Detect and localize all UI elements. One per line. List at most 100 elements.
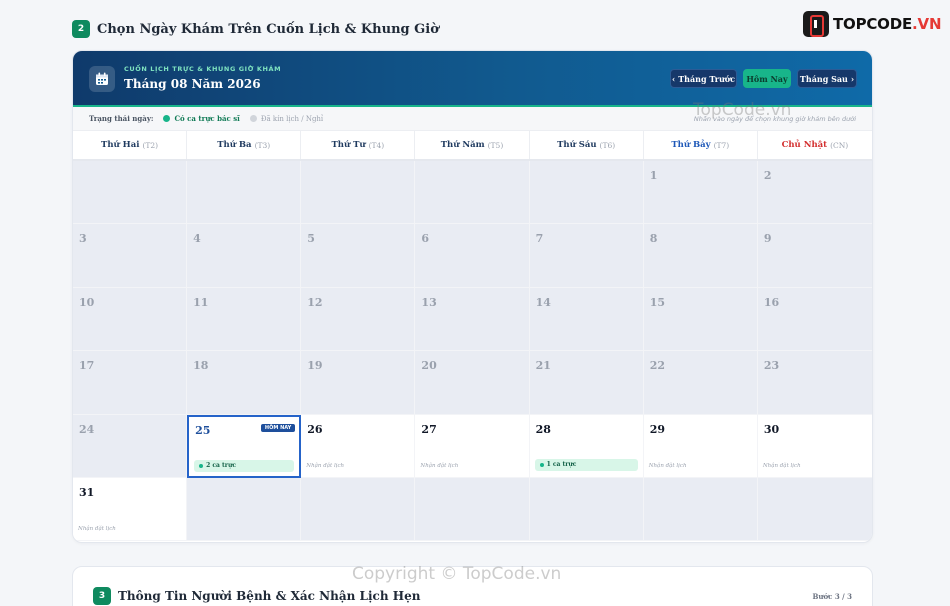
day-number: 21: [535, 359, 551, 373]
day-number: 3: [79, 232, 87, 246]
calendar-card: CUỐN LỊCH TRỰC & KHUNG GIỜ KHÁM Tháng 08…: [72, 50, 873, 543]
logo-text: TOPCODE.VN: [833, 15, 942, 33]
calendar-day-31[interactable]: 31 Nhận đặt lịch: [73, 477, 188, 542]
calendar-empty-cell: [529, 161, 644, 225]
day-number: 27: [421, 422, 437, 436]
legend-unavailable: Đã kín lịch / Nghỉ: [249, 115, 323, 123]
calendar-day-8: 8: [643, 224, 758, 288]
day-number: 28: [535, 422, 551, 436]
day-number: 10: [79, 295, 95, 309]
calendar-day-28[interactable]: 28 1 ca trực: [529, 414, 644, 478]
calendar-day-23: 23: [757, 351, 872, 415]
weekday-header: Thứ Năm (T5): [415, 131, 530, 159]
day-number: 15: [649, 295, 666, 309]
day-number: 7: [535, 232, 544, 246]
calendar-day-27[interactable]: 27 Nhận đặt lịch: [415, 414, 530, 478]
day-number: 23: [763, 359, 780, 373]
day-number: 16: [763, 295, 780, 309]
topcode-logo[interactable]: TOPCODE.VN: [803, 11, 942, 37]
day-number: 26: [307, 422, 323, 436]
calendar-day-22: 22: [643, 351, 758, 415]
step-number-badge: 2: [72, 20, 90, 38]
calendar-empty-cell: [301, 161, 416, 225]
calendar-day-12: 12: [301, 287, 416, 352]
calendar-day-1: 1: [643, 161, 758, 225]
day-number: 17: [79, 359, 95, 373]
weekday-header: Thứ Bảy (T7): [644, 131, 758, 159]
calendar-day-7: 7: [529, 224, 644, 288]
booking-note: Nhận đặt lịch: [78, 526, 116, 533]
day-number: 5: [307, 232, 315, 246]
day-number: 20: [421, 359, 437, 373]
day-number: 1: [649, 169, 658, 182]
calendar-header: CUỐN LỊCH TRỰC & KHUNG GIỜ KHÁM Tháng 08…: [73, 51, 872, 107]
calendar-day-18: 18: [187, 351, 302, 415]
calendar-day-11: 11: [187, 287, 302, 352]
green-dot-icon: [199, 463, 204, 468]
calendar-day-13: 13: [415, 287, 530, 352]
step-number-badge: 3: [93, 587, 111, 605]
calendar-empty-cell: [643, 477, 758, 542]
booking-note: Nhận đặt lịch: [420, 462, 459, 469]
calendar-day-26[interactable]: 26 Nhận đặt lịch: [301, 414, 416, 478]
calendar-day-16: 16: [757, 287, 872, 352]
calendar-day-5: 5: [301, 224, 416, 288]
today-badge: HÔM NAY: [260, 423, 296, 432]
day-number: 13: [421, 295, 437, 309]
booking-note: Nhận đặt lịch: [762, 462, 801, 469]
booking-note: Nhận đặt lịch: [648, 462, 687, 469]
calendar-day-30[interactable]: 30 Nhận đặt lịch: [757, 414, 872, 478]
weekday-header: Thứ Hai (T2): [73, 131, 188, 159]
day-number: 4: [193, 232, 201, 246]
day-number: 29: [649, 422, 666, 436]
calendar-empty-cell: [529, 477, 644, 542]
legend-label: Trạng thái ngày:: [89, 114, 154, 123]
patient-info-card: 3 Thông Tin Người Bệnh & Xác Nhận Lịch H…: [72, 566, 873, 606]
step-title: Chọn Ngày Khám Trên Cuốn Lịch & Khung Gi…: [97, 21, 439, 37]
day-number: 25: [195, 423, 211, 437]
weekday-header: Thứ Ba (T3): [187, 131, 302, 159]
booking-note: Nhận đặt lịch: [306, 462, 345, 469]
day-number: 19: [307, 359, 323, 373]
step-2-header: 2 Chọn Ngày Khám Trên Cuốn Lịch & Khung …: [72, 20, 439, 38]
today-button[interactable]: Hôm Nay: [743, 69, 791, 88]
calendar-day-4: 4: [187, 224, 302, 288]
status-legend: Trạng thái ngày: Có ca trực bác sĩ Đã kí…: [73, 107, 872, 131]
legend-available: Có ca trực bác sĩ: [163, 114, 240, 123]
calendar-empty-cell: [187, 477, 302, 542]
calendar-day-14: 14: [529, 287, 644, 352]
previous-month-button[interactable]: ‹ Tháng Trước: [670, 69, 737, 88]
calendar-subtitle: CUỐN LỊCH TRỰC & KHUNG GIỜ KHÁM: [124, 65, 282, 73]
day-number: 18: [193, 359, 209, 373]
day-number: 24: [79, 422, 95, 436]
day-number: 11: [193, 295, 209, 309]
calendar-empty-cell: [187, 161, 302, 225]
calendar-empty-cell: [415, 161, 530, 225]
calendar-day-9: 9: [757, 224, 872, 288]
shift-count-pill: 1 ca trực: [534, 458, 638, 471]
calendar-day-3: 3: [73, 224, 188, 288]
calendar-day-6: 6: [415, 224, 530, 288]
step-3-header: 3 Thông Tin Người Bệnh & Xác Nhận Lịch H…: [93, 587, 420, 605]
booking-page: 2 Chọn Ngày Khám Trên Cuốn Lịch & Khung …: [0, 0, 950, 606]
calendar-day-20: 20: [415, 351, 530, 415]
calendar-empty-cell: [757, 477, 872, 542]
day-number: 31: [79, 485, 95, 499]
calendar-day-21: 21: [529, 351, 644, 415]
shift-count-pill: 2 ca trực: [194, 459, 295, 472]
weekday-header: Thứ Tư (T4): [301, 131, 416, 159]
day-number: 8: [649, 232, 658, 246]
calendar-day-15: 15: [643, 287, 758, 352]
day-number: 9: [763, 232, 772, 246]
next-month-button[interactable]: Tháng Sau ›: [797, 69, 857, 88]
calendar-day-29[interactable]: 29 Nhận đặt lịch: [643, 414, 758, 478]
calendar-day-17: 17: [73, 351, 188, 415]
calendar-day-19: 19: [301, 351, 416, 415]
calendar-day-10: 10: [73, 287, 188, 352]
weekday-header-row: Thứ Hai (T2) Thứ Ba (T3) Thứ Tư (T4) Thứ Năm (T…: [73, 131, 872, 161]
legend-hint: Nhấn vào ngày để chọn khung giờ khám bên…: [693, 115, 856, 123]
weekday-header: Chủ Nhật (CN): [781, 140, 849, 150]
calendar-day-25[interactable]: 25 HÔM NAY 2 ca trực: [187, 414, 302, 478]
green-dot-icon: [163, 115, 171, 122]
step-title: Thông Tin Người Bệnh & Xác Nhận Lịch Hẹn: [118, 589, 421, 603]
